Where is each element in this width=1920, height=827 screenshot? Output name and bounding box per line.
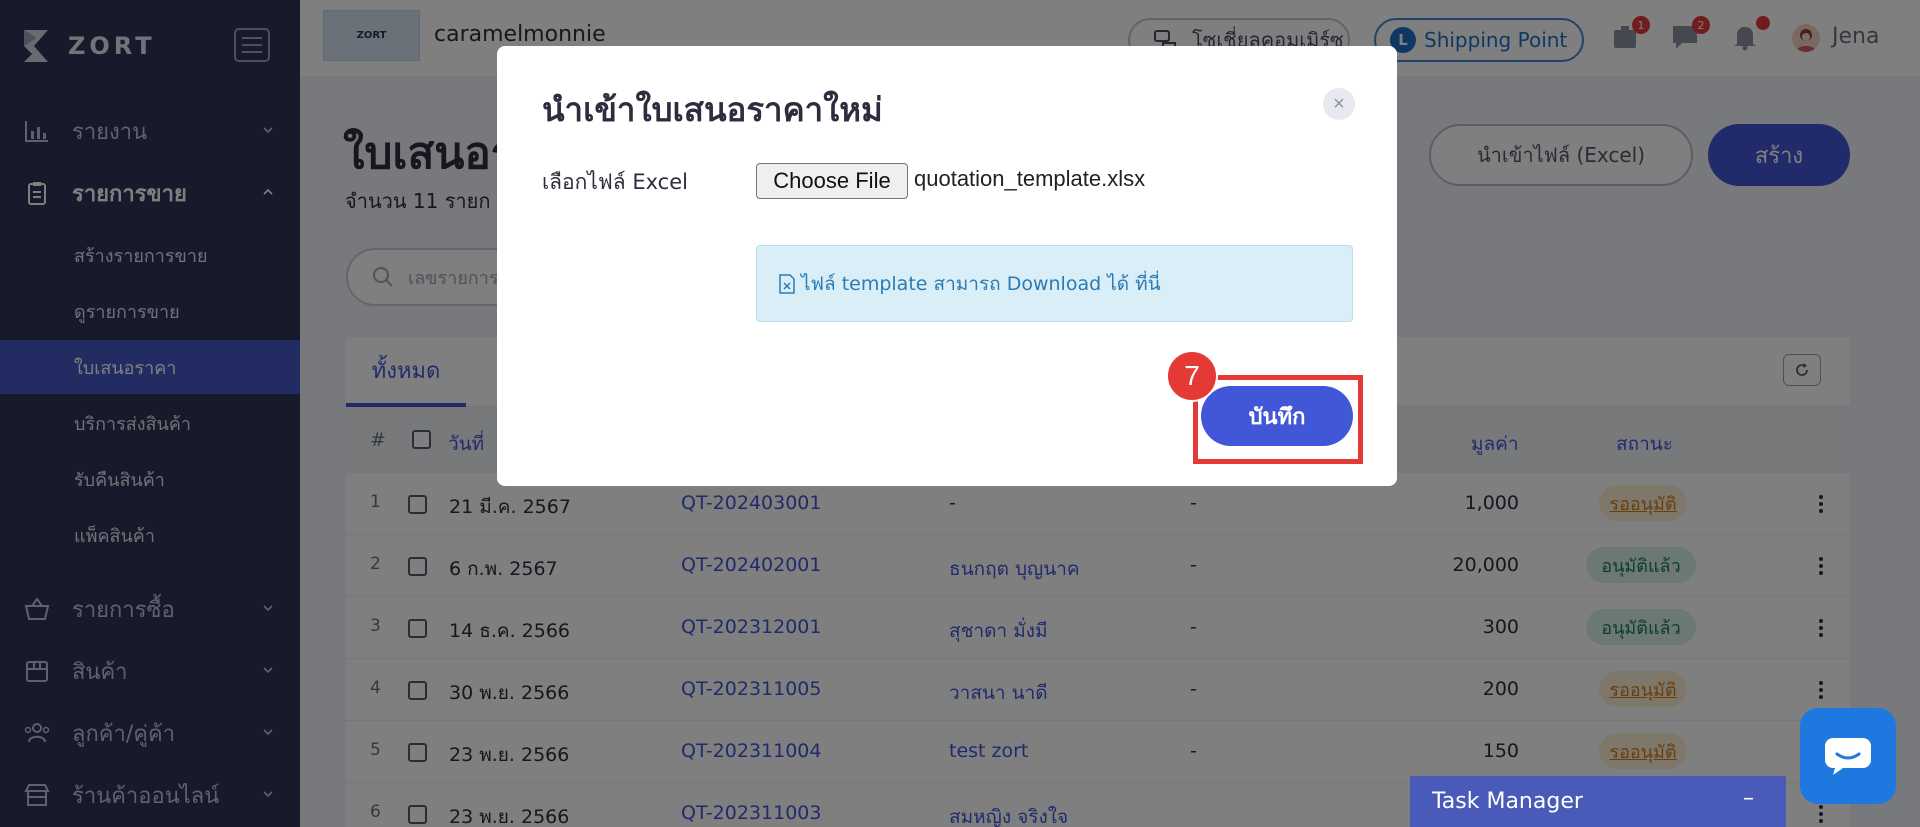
selected-file-name: quotation_template.xlsx [914,166,1146,191]
choose-file-button[interactable]: Choose File [756,163,908,199]
file-field-label: เลือกไฟล์ Excel [542,170,688,194]
close-icon[interactable]: × [1323,88,1355,120]
task-manager-bar[interactable]: Task Manager – [1410,776,1786,827]
template-download-alert[interactable]: ไฟล์ template สามารถ Download ได้ ที่นี่ [756,245,1353,322]
modal-title: นำเข้าใบเสนอราคาใหม่ [542,90,883,129]
excel-file-icon [779,273,795,294]
chat-icon [1825,738,1871,775]
task-manager-label: Task Manager [1432,789,1583,814]
step-marker: 7 [1166,350,1218,402]
template-download-text[interactable]: ไฟล์ template สามารถ Download ได้ ที่นี่ [801,269,1161,299]
minimize-button[interactable]: – [1743,786,1754,811]
chat-widget-button[interactable] [1800,708,1896,804]
highlight-box [1193,375,1363,464]
